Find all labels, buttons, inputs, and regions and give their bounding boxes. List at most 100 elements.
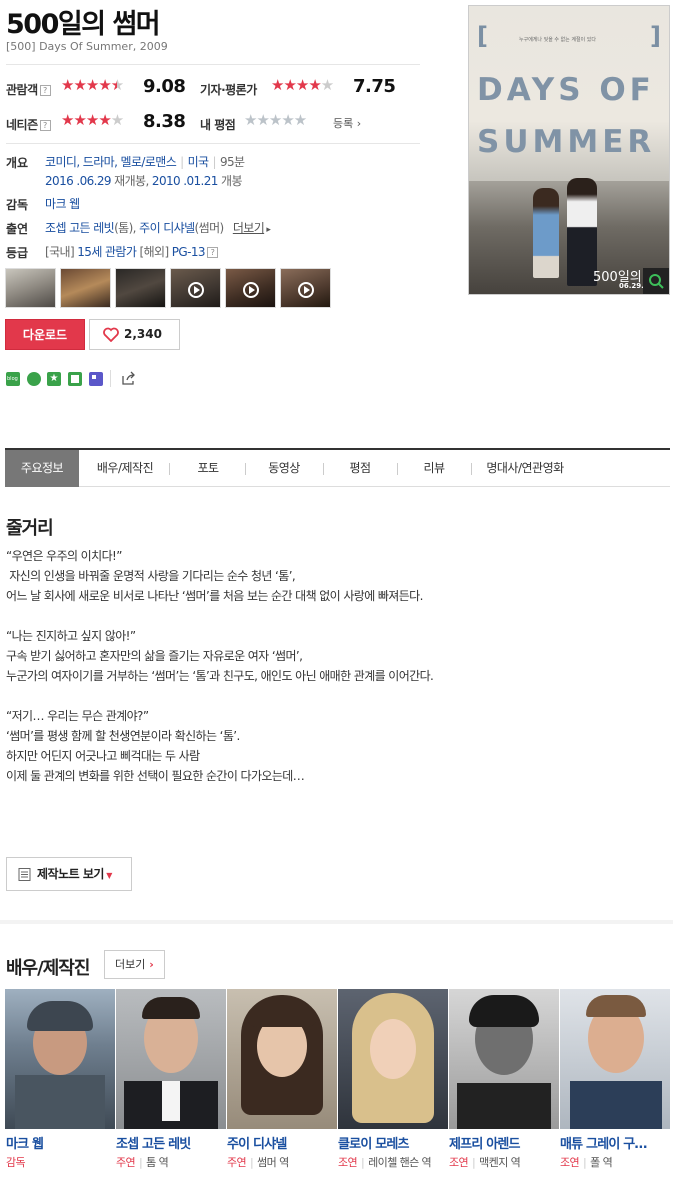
- synopsis-line: “우연은 우주의 이치다!”: [6, 549, 122, 563]
- play-icon: [188, 282, 204, 298]
- director-link[interactable]: 마크 웹: [45, 195, 80, 212]
- photo-thumbnail[interactable]: [60, 268, 111, 308]
- actor-link[interactable]: 주이 디샤넬: [139, 221, 195, 235]
- cast-label: 출연: [6, 222, 29, 236]
- register-rating-link[interactable]: 등록 ›: [333, 115, 361, 131]
- synopsis-heading: 줄거리: [6, 518, 54, 539]
- search-icon: [649, 274, 664, 289]
- tab-quotes[interactable]: 명대사/연관영화: [475, 450, 575, 487]
- divider: [110, 370, 111, 387]
- synopsis-line: ‘썸머’를 평생 함께 할 천생연분이라 확신하는 ‘톰’.: [6, 729, 240, 743]
- photo-thumbnail[interactable]: [5, 268, 56, 308]
- grade-row: [국내] 15세 관람가 [해외] PG-13?: [45, 243, 218, 260]
- actor-photo[interactable]: [338, 989, 448, 1129]
- synopsis-line: 하지만 어딘지 어긋나고 삐걱대는 두 사람: [6, 749, 200, 763]
- band-share-icon[interactable]: [68, 372, 82, 386]
- crew-more-button[interactable]: 더보기 ›: [104, 950, 165, 979]
- section-divider: [0, 920, 673, 924]
- release-date-link[interactable]: 2016 .06.29: [45, 174, 112, 188]
- share-icon[interactable]: [121, 371, 137, 386]
- actor-photo[interactable]: [227, 989, 337, 1129]
- divider: [6, 64, 420, 65]
- movie-subtitle: [500] Days Of Summer, 2009: [6, 40, 168, 53]
- critic-score: 7.75: [353, 76, 396, 97]
- critic-label: 기자·평론가: [200, 83, 257, 97]
- crew-photo[interactable]: [5, 989, 115, 1129]
- director-label: 감독: [6, 198, 29, 212]
- grade-label: 등급: [6, 246, 29, 260]
- photo-thumbnail[interactable]: [115, 268, 166, 308]
- synopsis-text: “우연은 우주의 이치다!” 자신의 인생을 바꿔줄 운명적 사랑을 기다리는 …: [6, 546, 646, 786]
- actor-role: 조연 | 맥켄지 역: [449, 1156, 521, 1169]
- video-thumbnail[interactable]: [225, 268, 276, 308]
- tab-photo[interactable]: 포토: [177, 450, 239, 487]
- help-icon[interactable]: ?: [206, 247, 218, 258]
- bookmark-share-icon[interactable]: ★: [47, 372, 61, 386]
- tab-bar: 주요정보 배우/제작진 포토 동영상 평점 리뷰 명대사/연관영화: [5, 448, 670, 487]
- actor-name[interactable]: 주이 디샤넬: [227, 1133, 335, 1152]
- tab-main-info[interactable]: 주요정보: [5, 450, 79, 487]
- my-rating: 내 평점: [200, 114, 236, 133]
- tab-cast-crew[interactable]: 배우/제작진: [85, 450, 165, 487]
- netizen-score: 8.38: [143, 111, 186, 132]
- tab-review[interactable]: 리뷰: [403, 450, 465, 487]
- production-note-button[interactable]: 제작노트 보기 ▼: [6, 857, 132, 891]
- actor-role: 주연 | 썸머 역: [227, 1156, 289, 1169]
- cast-more-link[interactable]: 더보기: [233, 221, 265, 235]
- actor-name[interactable]: 제프리 아렌드: [449, 1133, 557, 1152]
- cast-row: 조셉 고든 레빗(톰), 주이 디샤넬(썸머) 더보기 ▸: [45, 221, 271, 235]
- my-rating-stars[interactable]: ★★★★★: [244, 113, 307, 128]
- runtime: 95분: [219, 155, 245, 169]
- document-icon: [18, 868, 31, 881]
- synopsis-line: [6, 606, 646, 626]
- actor-photo[interactable]: [116, 989, 226, 1129]
- actor-name[interactable]: 조셉 고든 레빗: [116, 1133, 224, 1152]
- overview-row: 코미디, 드라마, 멜로/로맨스 | 미국 | 95분: [45, 155, 245, 169]
- video-thumbnail[interactable]: [280, 268, 331, 308]
- my-rating-label: 내 평점: [200, 118, 236, 132]
- synopsis-line: 자신의 인생을 바꿔줄 운명적 사랑을 기다리는 순수 청년 ‘톰’,: [6, 569, 296, 583]
- synopsis-line: 누군가의 여자이기를 거부하는 ‘썸머’는 ‘톰’과 친구도, 애인도 아닌 애…: [6, 669, 434, 683]
- synopsis-line: “나는 진지하고 싶지 않아!”: [6, 629, 136, 643]
- actor-name[interactable]: 매튜 그레이 구…: [560, 1133, 668, 1152]
- actor-photo[interactable]: [560, 989, 670, 1129]
- movie-title: 500일의 썸머: [6, 9, 161, 40]
- play-icon: [298, 282, 314, 298]
- tab-rating[interactable]: 평점: [329, 450, 391, 487]
- download-button[interactable]: 다운로드: [5, 319, 85, 350]
- crew-heading: 배우/제작진: [6, 958, 90, 979]
- synopsis-line: “저기… 우리는 무슨 관계야?”: [6, 709, 149, 723]
- tab-video[interactable]: 동영상: [251, 450, 317, 487]
- poster-title-line1: DAYS OF: [477, 72, 655, 108]
- play-icon: [243, 282, 259, 298]
- help-icon[interactable]: ?: [39, 85, 51, 96]
- grade-foreign-link[interactable]: PG-13: [172, 245, 206, 259]
- country-link[interactable]: 미국: [188, 155, 209, 169]
- like-button[interactable]: 2,340: [89, 319, 180, 350]
- cafe-share-icon[interactable]: [27, 372, 41, 386]
- audience-label: 관람객: [6, 83, 38, 97]
- genre-link[interactable]: 코미디, 드라마, 멜로/로맨스: [45, 155, 177, 169]
- video-thumbnail[interactable]: [170, 268, 221, 308]
- divider: [6, 143, 420, 144]
- actor-name[interactable]: 클로이 모레츠: [338, 1133, 446, 1152]
- synopsis-line: [6, 686, 646, 706]
- critic-stars: ★★★★★: [271, 76, 334, 94]
- help-icon[interactable]: ?: [39, 120, 51, 131]
- audience-stars: ★★★★★: [61, 76, 124, 94]
- actor-link[interactable]: 조셉 고든 레빗: [45, 221, 115, 235]
- zoom-button[interactable]: [643, 268, 669, 294]
- synopsis-line: 이제 둘 관계의 변화를 위한 선택이 필요한 순간이 다가오는데…: [6, 769, 305, 783]
- actor-role: 주연 | 톰 역: [116, 1156, 169, 1169]
- critic-rating: 기자·평론가: [200, 79, 257, 98]
- release-date-link[interactable]: 2010 .01.21: [152, 174, 219, 188]
- netizen-label: 네티즌: [6, 118, 38, 132]
- poster-title-line2: SUMMER: [477, 124, 656, 160]
- crew-name[interactable]: 마크 웹: [6, 1133, 114, 1152]
- actor-photo[interactable]: [449, 989, 559, 1129]
- grade-domestic-link[interactable]: 15세 관람가: [77, 245, 137, 259]
- blog-share-icon[interactable]: blog: [6, 372, 20, 386]
- memo-share-icon[interactable]: [89, 372, 103, 386]
- netizen-stars: ★★★★★: [61, 111, 124, 129]
- movie-poster[interactable]: [ ] 누구에게나 잊을 수 없는 계절이 있다 DAYS OF SUMMER …: [468, 5, 670, 295]
